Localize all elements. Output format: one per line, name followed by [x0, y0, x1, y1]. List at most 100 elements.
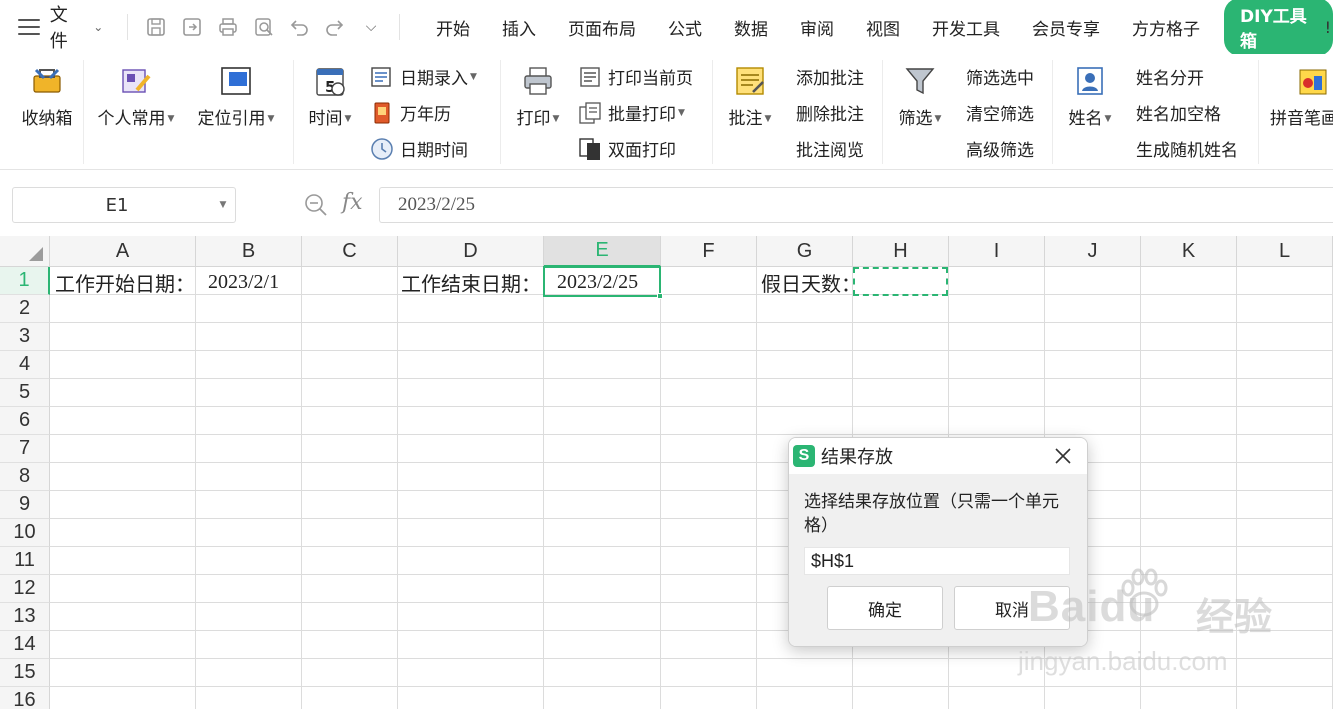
name-add-space-button[interactable]: 姓名加空格 [1136, 100, 1221, 125]
result-cell-input[interactable]: $H$1 [804, 547, 1070, 575]
duplex-print-button[interactable]: 双面打印 [578, 136, 676, 161]
tab-developer[interactable]: 开发工具 [916, 15, 1016, 40]
row-header-13[interactable]: 13 [0, 603, 50, 631]
tab-diy-toolbox[interactable]: DIY工具箱 [1224, 0, 1333, 56]
row-header-9[interactable]: 9 [0, 491, 50, 519]
column-header-i[interactable]: I [949, 236, 1045, 267]
calendar-icon: 5 [313, 64, 347, 98]
chevron-down-icon[interactable]: ⌄ [93, 20, 103, 34]
customize-dropdown-icon[interactable]: ⌵ [358, 14, 384, 40]
split-name-button[interactable]: 姓名分开 [1136, 64, 1204, 89]
row-header-10[interactable]: 10 [0, 519, 50, 547]
spreadsheet-grid[interactable]: ABCDEFGHIJKL 1 2 3 4 5 6 7 8 9 10 11 12 13 14 15 16 工作开… [0, 236, 1333, 709]
column-header-b[interactable]: B [196, 236, 302, 267]
cell-b1[interactable]: 2023/2/1 [208, 269, 279, 295]
tab-review[interactable]: 审阅 [784, 15, 850, 40]
print-preview-icon[interactable] [251, 14, 277, 40]
grid-vline [195, 267, 196, 709]
row-header-14[interactable]: 14 [0, 631, 50, 659]
print-current-page-button[interactable]: 打印当前页 [578, 64, 693, 89]
more-icon[interactable]: ! [1325, 18, 1331, 37]
redo-icon[interactable] [322, 14, 348, 40]
function-icon[interactable]: fx [342, 190, 363, 215]
delete-annotation-button[interactable]: 删除批注 [796, 100, 864, 125]
storage-box-button[interactable]: 收纳箱 [18, 64, 76, 129]
perpetual-calendar-button[interactable]: 万年历 [370, 100, 451, 125]
date-entry-button[interactable]: 日期录入 ▼ [370, 64, 477, 89]
column-header-d[interactable]: D [398, 236, 544, 267]
column-header-e[interactable]: E [544, 236, 661, 267]
column-header-k[interactable]: K [1141, 236, 1237, 267]
column-header-g[interactable]: G [757, 236, 853, 267]
row-header-16[interactable]: 16 [0, 687, 50, 709]
dialog-titlebar[interactable]: S 结果存放 [789, 438, 1087, 474]
row-header-5[interactable]: 5 [0, 379, 50, 407]
row-header-3[interactable]: 3 [0, 323, 50, 351]
zoom-icon[interactable] [303, 192, 329, 218]
ok-button[interactable]: 确定 [827, 586, 943, 630]
name-box[interactable]: E1 ▼ [12, 187, 236, 223]
caret-down-icon[interactable]: ▼ [211, 200, 235, 210]
locate-reference-button[interactable]: 定位引用 ▼ [190, 64, 282, 129]
row-header-15[interactable]: 15 [0, 659, 50, 687]
tab-ffgz[interactable]: 方方格子 [1116, 15, 1216, 40]
add-annotation-button[interactable]: 添加批注 [796, 64, 864, 89]
column-header-h[interactable]: H [853, 236, 949, 267]
divider [882, 60, 883, 164]
column-header-f[interactable]: F [661, 236, 757, 267]
filter-button[interactable]: 筛选 ▼ [892, 64, 948, 129]
formula-input[interactable]: 2023/2/25 [379, 187, 1333, 223]
hamburger-icon[interactable] [18, 19, 40, 35]
random-name-button[interactable]: 生成随机姓名 [1136, 136, 1238, 161]
row-header-6[interactable]: 6 [0, 407, 50, 435]
clear-filter-button[interactable]: 清空筛选 [966, 100, 1034, 125]
annotation-view-label: 批注阅览 [796, 141, 864, 161]
row-header-11[interactable]: 11 [0, 547, 50, 575]
column-header-l[interactable]: L [1237, 236, 1333, 267]
save-icon[interactable] [143, 14, 169, 40]
tab-data[interactable]: 数据 [718, 15, 784, 40]
tab-page-layout[interactable]: 页面布局 [552, 15, 652, 40]
row-header-12[interactable]: 12 [0, 575, 50, 603]
date-time-button[interactable]: 日期时间 [370, 136, 468, 161]
column-header-j[interactable]: J [1045, 236, 1141, 267]
batch-print-icon [578, 101, 602, 125]
fill-handle[interactable] [657, 293, 663, 299]
row-header-2[interactable]: 2 [0, 295, 50, 323]
print-icon[interactable] [215, 14, 241, 40]
file-menu-label[interactable]: 文件 [50, 1, 86, 53]
personal-common-button[interactable]: 个人常用 ▼ [90, 64, 182, 129]
select-all-corner[interactable] [0, 236, 50, 267]
annotation-button[interactable]: 批注 ▼ [722, 64, 778, 129]
row-header-7[interactable]: 7 [0, 435, 50, 463]
grid-hline [50, 518, 1333, 519]
tab-view[interactable]: 视图 [850, 15, 916, 40]
time-button[interactable]: 5 时间 ▼ [302, 64, 358, 129]
file-menu[interactable]: 文件 ⌄ [0, 1, 117, 53]
cell-a1[interactable]: 工作开始日期： [55, 269, 195, 296]
divider [1052, 60, 1053, 164]
batch-print-button[interactable]: 批量打印 ▼ [578, 100, 685, 125]
pinyin-stroke-button[interactable]: 拼音笔画 [1270, 64, 1333, 129]
cancel-button[interactable]: 取消 [954, 586, 1070, 630]
column-header-c[interactable]: C [302, 236, 398, 267]
grid-vline [1236, 267, 1237, 709]
cell-d1[interactable]: 工作结束日期： [401, 269, 541, 296]
print-button[interactable]: 打印 ▼ [510, 64, 566, 129]
row-header-8[interactable]: 8 [0, 463, 50, 491]
annotation-view-button[interactable]: 批注阅览 [796, 136, 864, 161]
tab-member[interactable]: 会员专享 [1016, 15, 1116, 40]
export-icon[interactable] [179, 14, 205, 40]
column-header-a[interactable]: A [50, 236, 196, 267]
filter-selected-button[interactable]: 筛选选中 [966, 64, 1034, 89]
cell-g1[interactable]: 假日天数： [761, 269, 861, 296]
advanced-filter-button[interactable]: 高级筛选 [966, 136, 1034, 161]
row-header-4[interactable]: 4 [0, 351, 50, 379]
tab-formulas[interactable]: 公式 [652, 15, 718, 40]
tab-home[interactable]: 开始 [420, 15, 486, 40]
tab-insert[interactable]: 插入 [486, 15, 552, 40]
row-header-1[interactable]: 1 [0, 267, 50, 295]
undo-icon[interactable] [287, 14, 313, 40]
close-icon[interactable] [1053, 446, 1073, 466]
name-button[interactable]: 姓名 ▼ [1062, 64, 1118, 129]
